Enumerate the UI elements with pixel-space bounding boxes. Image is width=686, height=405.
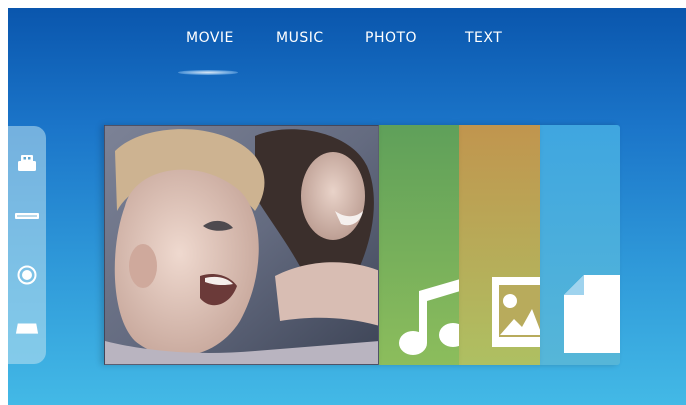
tab-movie[interactable]: MOVIE (186, 30, 234, 46)
tab-music[interactable]: MUSIC (276, 30, 324, 46)
image-icon (492, 277, 540, 347)
source-sidebar (8, 126, 46, 364)
media-carousel (104, 125, 624, 365)
tab-photo[interactable]: PHOTO (365, 30, 417, 46)
music-note-icon (399, 279, 459, 355)
disc-icon[interactable] (15, 264, 39, 286)
usb-drive-icon[interactable] (15, 152, 39, 174)
selected-tab-indicator (178, 70, 238, 75)
tab-text[interactable]: TEXT (465, 30, 502, 46)
category-tabs: MOVIE MUSIC PHOTO TEXT (8, 30, 686, 54)
hard-drive-icon[interactable] (15, 318, 39, 340)
photo-card[interactable] (459, 125, 540, 365)
family-photo-thumbnail (105, 126, 378, 364)
media-browser-screen: MOVIE MUSIC PHOTO TEXT (8, 8, 686, 405)
text-card[interactable] (540, 125, 620, 365)
document-icon (564, 275, 620, 353)
music-card[interactable] (379, 125, 459, 365)
movie-card[interactable] (104, 125, 379, 365)
dvd-drive-icon[interactable] (15, 205, 39, 227)
